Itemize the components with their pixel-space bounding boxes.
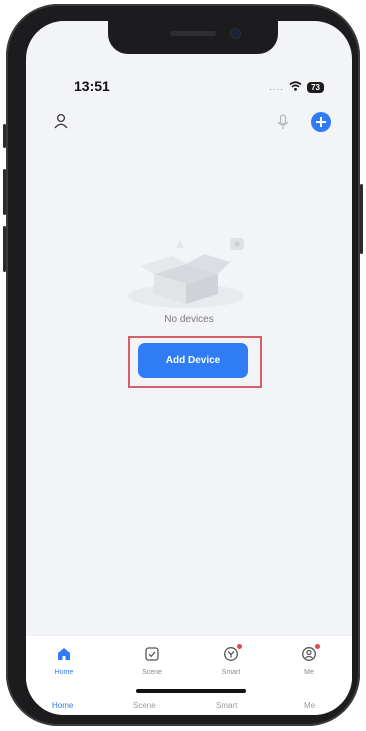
front-camera — [231, 29, 240, 38]
battery-indicator: 73 — [307, 81, 324, 93]
status-indicators: .... 73 — [269, 78, 324, 96]
bottom-caption-row: Home Scene Smart Me — [26, 701, 352, 715]
scene-checkbox-icon — [122, 646, 182, 664]
status-time: 13:51 — [74, 78, 110, 94]
tab-me[interactable]: Me — [279, 644, 339, 676]
tab-smart[interactable]: Smart — [201, 644, 261, 676]
wifi-icon — [289, 78, 302, 96]
add-device-button[interactable]: Add Device — [138, 343, 248, 378]
caption-home: Home — [52, 701, 74, 710]
home-icon — [34, 646, 94, 664]
app-screen: 13:51 .... 73 No devices Add Device Home… — [26, 21, 352, 715]
caption-me: Me — [304, 701, 316, 710]
tab-label: Smart — [221, 669, 241, 676]
home-indicator — [136, 689, 246, 693]
phone-frame: 13:51 .... 73 No devices Add Device Home… — [3, 4, 363, 726]
person-icon[interactable] — [52, 112, 70, 130]
notch — [108, 21, 278, 54]
tab-label: Home — [54, 669, 74, 676]
plus-circle-icon[interactable] — [311, 112, 331, 132]
tab-home[interactable]: Home — [34, 646, 94, 676]
tab-label: Scene — [142, 669, 162, 676]
tab-label: Me — [304, 669, 314, 676]
tab-scene[interactable]: Scene — [122, 646, 182, 676]
signal-indicator: .... — [268, 81, 285, 93]
empty-box-illustration — [126, 216, 256, 326]
empty-state-message: No devices — [164, 314, 214, 325]
microphone-icon[interactable] — [274, 113, 292, 131]
notification-badge — [315, 644, 320, 649]
speaker — [170, 31, 216, 36]
volume-down-button — [3, 226, 6, 272]
notification-badge — [237, 644, 242, 649]
caption-scene: Scene — [133, 701, 156, 710]
me-icon — [279, 644, 339, 664]
volume-up-button — [3, 169, 6, 215]
caption-smart: Smart — [216, 701, 238, 710]
mute-switch — [3, 124, 6, 148]
smart-icon — [201, 644, 261, 664]
power-button — [360, 184, 363, 254]
